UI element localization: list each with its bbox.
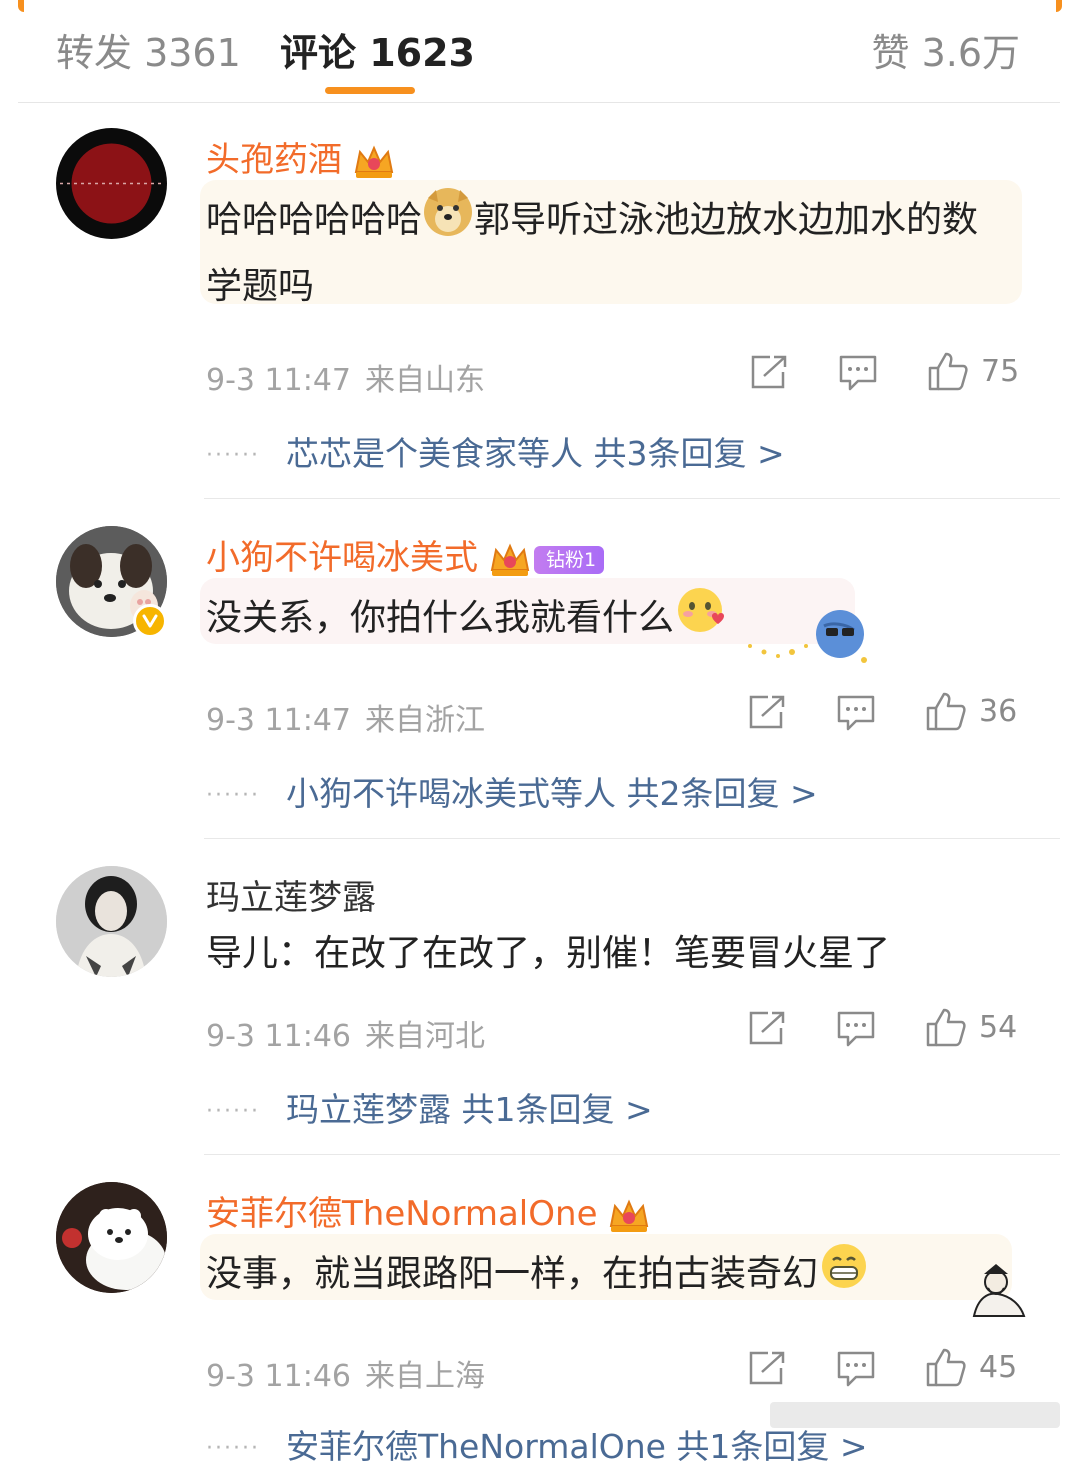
grin-emoji-icon bbox=[818, 1240, 870, 1311]
view-replies-link[interactable]: ······ 小狗不许喝冰美式等人 共2条回复 > bbox=[206, 767, 818, 815]
share-button[interactable] bbox=[748, 1010, 786, 1046]
globe-sticker-icon bbox=[746, 606, 872, 666]
fan-badge: 钻粉1 bbox=[534, 545, 605, 574]
like-count: 45 bbox=[979, 1349, 1018, 1385]
active-tab-indicator bbox=[325, 87, 415, 94]
comment-meta: 9-3 11:47 来自山东 bbox=[206, 355, 485, 399]
username[interactable]: 安菲尔德TheNormalOne bbox=[206, 1186, 651, 1236]
header-divider bbox=[18, 102, 1060, 103]
share-icon bbox=[749, 1011, 785, 1045]
thumbs-up-icon bbox=[926, 1348, 966, 1387]
share-button[interactable] bbox=[748, 694, 786, 730]
reply-summary: 安菲尔德TheNormalOne 共1条回复 > bbox=[285, 1427, 868, 1466]
doge-emoji-icon bbox=[422, 186, 474, 257]
home-indicator bbox=[770, 1402, 1060, 1428]
comment-meta: 9-3 11:47 来自浙江 bbox=[206, 695, 485, 739]
share-button[interactable] bbox=[748, 1350, 786, 1386]
timestamp: 9-3 11:46 bbox=[206, 1359, 351, 1394]
share-icon bbox=[749, 1351, 785, 1385]
verified-badge-icon bbox=[133, 604, 167, 638]
crown-icon bbox=[352, 142, 396, 182]
comment-text[interactable]: 没关系，你拍什么我就看什么 bbox=[206, 584, 726, 655]
location: 来自上海 bbox=[365, 1359, 485, 1394]
comment-icon bbox=[839, 355, 877, 391]
comment-text[interactable]: 没事，就当跟路阳一样，在拍古装奇幻 bbox=[206, 1240, 870, 1311]
reply-summary: 玛立莲梦露 共1条回复 > bbox=[285, 1090, 653, 1129]
view-replies-link[interactable]: ······ 安菲尔德TheNormalOne 共1条回复 > bbox=[206, 1420, 868, 1468]
comment-text-part: 导儿：在改了在改了，别催！笔要冒火星了 bbox=[206, 933, 891, 974]
share-icon bbox=[749, 695, 785, 729]
ink-figure-sticker-icon bbox=[966, 1262, 1030, 1320]
avatar[interactable] bbox=[56, 128, 167, 239]
comment-text-part: 没事，就当跟路阳一样，在拍古装奇幻 bbox=[206, 1253, 819, 1295]
location: 来自山东 bbox=[365, 363, 485, 398]
comment-tabs: 转发 3361 评论 1623 赞 3.6万 bbox=[0, 0, 1080, 103]
comment-text-part: 哈哈哈哈哈哈 bbox=[206, 199, 423, 241]
location: 来自河北 bbox=[365, 1019, 485, 1054]
avatar[interactable] bbox=[56, 866, 167, 977]
blush-heart-emoji-icon bbox=[674, 584, 726, 655]
comment-icon bbox=[837, 1011, 875, 1047]
dots-icon: ······ bbox=[206, 1099, 260, 1124]
crown-icon bbox=[607, 1196, 651, 1236]
share-button[interactable] bbox=[750, 354, 788, 390]
crown-icon bbox=[488, 540, 532, 580]
like-count: 75 bbox=[981, 353, 1020, 389]
location: 来自浙江 bbox=[365, 703, 485, 738]
comment-text-part: 没关系，你拍什么我就看什么 bbox=[206, 597, 675, 639]
username-label: 玛立莲梦露 bbox=[206, 878, 376, 918]
username-label: 小狗不许喝冰美式 bbox=[206, 538, 478, 578]
username[interactable]: 小狗不许喝冰美式 钻粉1 bbox=[206, 530, 605, 580]
tab-comments[interactable]: 评论 1623 bbox=[280, 22, 475, 77]
comment-divider bbox=[204, 1154, 1060, 1155]
comment-text[interactable]: 导儿：在改了在改了，别催！笔要冒火星了 bbox=[206, 924, 890, 984]
comment-text[interactable]: 哈哈哈哈哈哈 郭导听过泳池边放水边加水的数学题吗 bbox=[206, 186, 996, 317]
like-button[interactable]: 45 bbox=[925, 1346, 1017, 1388]
like-button[interactable]: 54 bbox=[925, 1006, 1017, 1048]
reply-button[interactable] bbox=[836, 694, 876, 732]
comment-divider bbox=[204, 838, 1060, 839]
username-label: 安菲尔德TheNormalOne bbox=[206, 1194, 598, 1234]
timestamp: 9-3 11:47 bbox=[206, 703, 351, 738]
timestamp: 9-3 11:46 bbox=[206, 1019, 351, 1054]
comment-divider bbox=[204, 498, 1060, 499]
comment-meta: 9-3 11:46 来自上海 bbox=[206, 1351, 485, 1395]
timestamp: 9-3 11:47 bbox=[206, 363, 351, 398]
thumbs-up-icon bbox=[926, 1008, 966, 1047]
dots-icon: ······ bbox=[206, 443, 260, 468]
username[interactable]: 头孢药酒 bbox=[206, 132, 396, 182]
reply-summary: 芯芯是个美食家等人 共3条回复 > bbox=[285, 434, 785, 473]
thumbs-up-icon bbox=[928, 352, 968, 391]
dots-icon: ······ bbox=[206, 783, 260, 808]
comment-meta: 9-3 11:46 来自河北 bbox=[206, 1011, 485, 1055]
username-label: 头孢药酒 bbox=[206, 140, 342, 180]
like-button[interactable]: 75 bbox=[927, 350, 1019, 392]
like-button[interactable]: 36 bbox=[925, 690, 1017, 732]
reply-summary: 小狗不许喝冰美式等人 共2条回复 > bbox=[285, 774, 818, 813]
tab-reposts[interactable]: 转发 3361 bbox=[56, 22, 241, 77]
username[interactable]: 玛立莲梦露 bbox=[206, 870, 376, 919]
view-replies-link[interactable]: ······ 玛立莲梦露 共1条回复 > bbox=[206, 1083, 653, 1131]
thumbs-up-icon bbox=[926, 692, 966, 731]
tab-likes[interactable]: 赞 3.6万 bbox=[871, 22, 1020, 77]
view-replies-link[interactable]: ······ 芯芯是个美食家等人 共3条回复 > bbox=[206, 427, 785, 475]
share-icon bbox=[751, 355, 787, 389]
comment-icon bbox=[837, 1351, 875, 1387]
like-count: 36 bbox=[979, 693, 1018, 729]
avatar[interactable] bbox=[56, 1182, 167, 1293]
reply-button[interactable] bbox=[838, 354, 878, 392]
like-count: 54 bbox=[979, 1009, 1018, 1045]
reply-button[interactable] bbox=[836, 1010, 876, 1048]
reply-button[interactable] bbox=[836, 1350, 876, 1388]
comment-icon bbox=[837, 695, 875, 731]
